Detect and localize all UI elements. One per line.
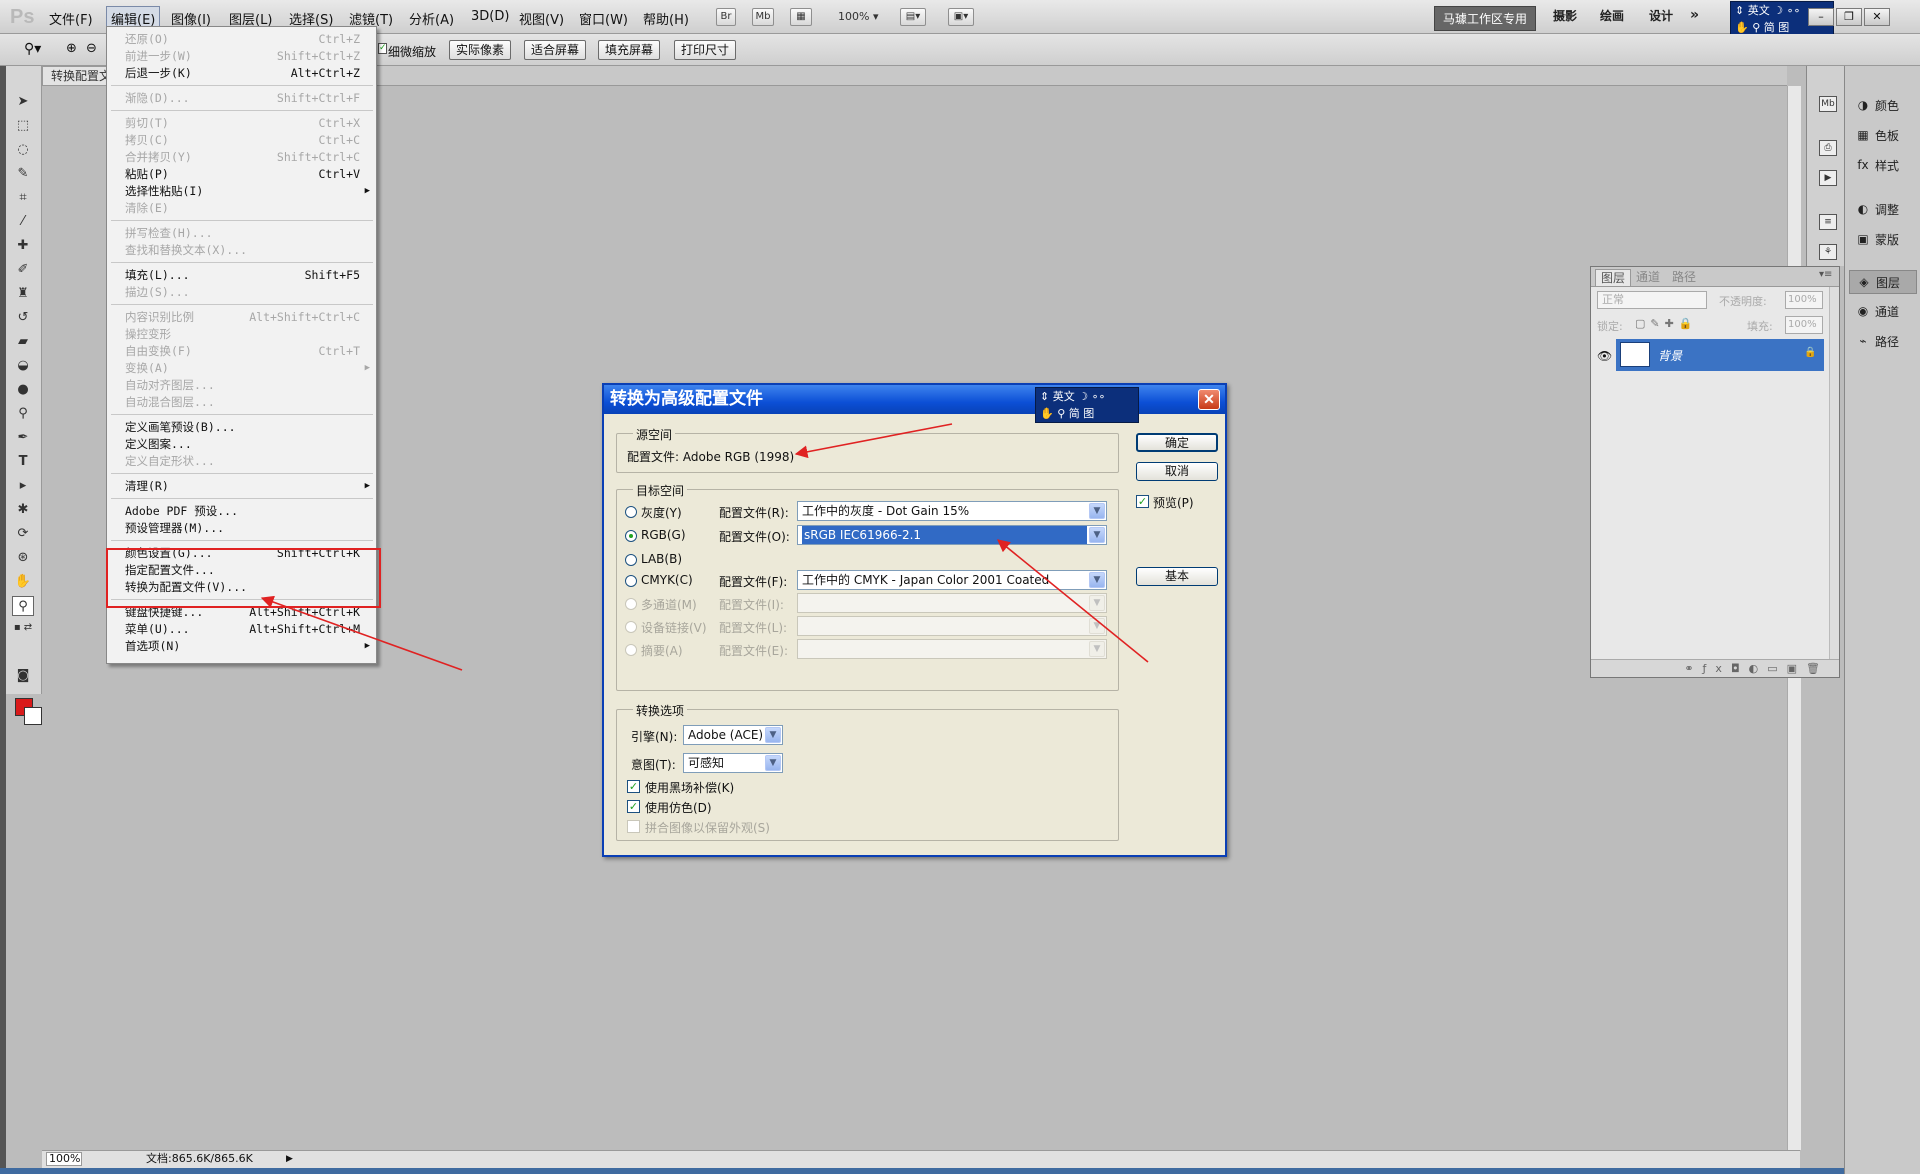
annotation-arrows [260, 423, 1149, 671]
arrow-to-rgb-profile [997, 539, 1149, 663]
arrow-to-source-profile [794, 423, 953, 459]
arrow-to-convert-menu-item [260, 595, 463, 671]
